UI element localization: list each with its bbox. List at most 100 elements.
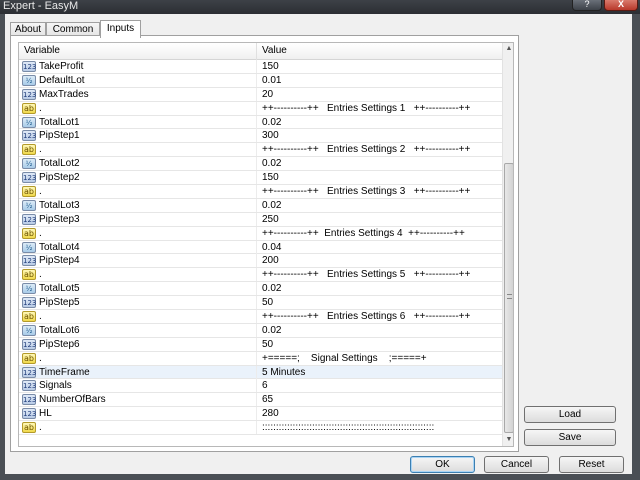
table-row[interactable]: 123 NumberOfBars 65 [19,393,502,408]
table-row[interactable]: 123 PipStep6 50 [19,337,502,352]
value-cell[interactable]: 0.02 [257,157,502,170]
variable-name: PipStep6 [39,338,80,350]
table-row[interactable]: 123 Signals 6 [19,379,502,394]
variable-cell: ½ TotalLot1 [19,115,257,129]
load-button[interactable]: Load [524,406,616,423]
table-row[interactable]: ½ TotalLot2 0.02 [19,157,502,172]
table-row[interactable]: ab.:::::::::::::::::::::::::::::::::::::… [19,421,502,436]
table-row[interactable]: ab. ++----------++ Entries Settings 2 ++-… [19,143,502,158]
variable-cell: ab. [19,268,257,282]
table-row[interactable]: 123 TakeProfit 150 [19,60,502,74]
variable-cell: 123 PipStep2 [19,171,257,185]
table-row[interactable]: ½ TotalLot5 0.02 [19,282,502,297]
grid-scrollbar[interactable]: ▲ ▼ [502,43,513,446]
variable-name: HL [39,408,52,420]
help-button[interactable]: ? [572,0,602,11]
value-cell[interactable]: 0.02 [257,324,502,337]
value-cell[interactable]: 0.04 [257,241,502,254]
scroll-up-arrow-icon[interactable]: ▲ [503,43,513,55]
double-type-icon: ½ [22,116,36,128]
ok-button[interactable]: OK [410,456,475,473]
scrollbar-thumb[interactable] [504,163,513,433]
value-cell[interactable]: ++----------++ Entries Settings 3 ++----… [257,185,502,198]
table-row[interactable]: ab. ++----------++ Entries Settings 5 ++-… [19,268,502,283]
value-cell[interactable]: ++----------++ Entries Settings 5 ++----… [257,268,502,281]
table-row[interactable]: 123 PipStep2 150 [19,171,502,186]
value-cell[interactable]: 0.01 [257,74,502,87]
column-header-value[interactable]: Value [257,43,502,60]
table-row[interactable]: ½ TotalLot1 0.02 [19,115,502,130]
variable-cell: 123 TakeProfit [19,60,257,73]
value-cell[interactable]: 0.02 [257,199,502,212]
column-header-variable[interactable]: Variable [19,43,257,60]
table-row[interactable]: ab. +=====; Signal Settings ;=====+ [19,351,502,366]
integer-type-icon: 123 [22,408,37,420]
variable-name: TotalLot2 [39,158,80,170]
value-cell[interactable]: 5 Minutes [257,366,502,379]
grid-header: Variable Value [19,43,502,60]
variable-name: TotalLot3 [39,199,80,211]
table-row[interactable]: 123 TimeFrame 5 Minutes [19,365,502,380]
integer-type-icon: 123 [22,366,37,378]
value-cell[interactable]: 6 [257,379,502,392]
value-cell[interactable]: 20 [257,88,502,101]
table-row[interactable]: 123 PipStep5 50 [19,296,502,311]
table-row[interactable]: 123 MaxTrades 20 [19,87,502,102]
integer-type-icon: 123 [22,213,37,225]
value-cell[interactable]: 0.02 [257,116,502,129]
close-button[interactable]: X [604,0,638,11]
value-cell[interactable]: 50 [257,296,502,309]
variable-cell: ½ TotalLot5 [19,282,257,296]
table-row[interactable]: 123 HL 280 [19,407,502,422]
window-frame-right [632,14,640,480]
value-cell[interactable]: ::::::::::::::::::::::::::::::::::::::::… [257,421,502,434]
table-row[interactable]: ab. ++----------++ Entries Settings 1 ++-… [19,101,502,116]
value-cell[interactable]: ++----------++ Entries Settings 6 ++----… [257,310,502,323]
value-cell[interactable]: 280 [257,407,502,420]
string-type-icon: ab [22,102,36,114]
table-row[interactable]: ½ DefaultLot 0.01 [19,73,502,88]
table-row[interactable]: 123 PipStep1 300 [19,129,502,144]
table-row[interactable]: ½ TotalLot6 0.02 [19,323,502,338]
variable-name: . [39,227,42,239]
integer-type-icon: 123 [22,297,37,309]
value-cell[interactable]: 150 [257,60,502,73]
table-row[interactable]: ½ TotalLot3 0.02 [19,198,502,213]
double-type-icon: ½ [22,74,36,86]
table-row[interactable]: ab. ++----------++ Entries Settings 3 ++-… [19,185,502,199]
table-row[interactable]: 123 PipStep3 250 [19,212,502,227]
value-cell[interactable]: +=====; Signal Settings ;=====+ [257,352,502,365]
variable-cell: ½ TotalLot6 [19,323,257,337]
value-cell[interactable]: 65 [257,393,502,406]
scrollbar-grip-icon [507,294,512,299]
save-button[interactable]: Save [524,429,616,446]
variable-name: TakeProfit [39,61,84,72]
scroll-down-arrow-icon[interactable]: ▼ [503,434,513,446]
table-row[interactable]: ab. ++----------++ Entries Settings 4 ++-… [19,226,502,241]
variable-name: TotalLot4 [39,241,80,253]
table-row[interactable]: 123 PipStep4 200 [19,254,502,269]
cancel-button[interactable]: Cancel [484,456,549,473]
value-cell[interactable]: ++----------++ Entries Settings 2 ++----… [257,143,502,156]
variable-name: DefaultLot [39,74,85,86]
value-cell[interactable]: 200 [257,254,502,267]
value-cell[interactable]: 250 [257,213,502,226]
string-type-icon: ab [22,422,36,434]
table-row[interactable]: ½ TotalLot4 0.04 [19,240,502,255]
tab-inputs[interactable]: Inputs [100,20,141,38]
integer-type-icon: 123 [22,61,37,72]
variable-name: Signals [39,380,72,392]
value-cell[interactable]: ++----------++ Entries Settings 4 ++----… [257,227,502,240]
value-cell[interactable]: 300 [257,129,502,142]
variable-cell: ab. [19,351,257,365]
value-cell[interactable]: 150 [257,171,502,184]
reset-button[interactable]: Reset [559,456,624,473]
variable-cell: 123 PipStep4 [19,254,257,268]
variable-name: TotalLot1 [39,116,80,128]
title-bar: Expert - EasyM ? X [0,0,640,14]
value-cell[interactable]: ++----------++ Entries Settings 1 ++----… [257,102,502,115]
value-cell[interactable]: 50 [257,338,502,351]
variable-cell: 123 TimeFrame [19,365,257,379]
table-row[interactable]: ab. ++----------++ Entries Settings 6 ++-… [19,310,502,324]
value-cell[interactable]: 0.02 [257,282,502,295]
